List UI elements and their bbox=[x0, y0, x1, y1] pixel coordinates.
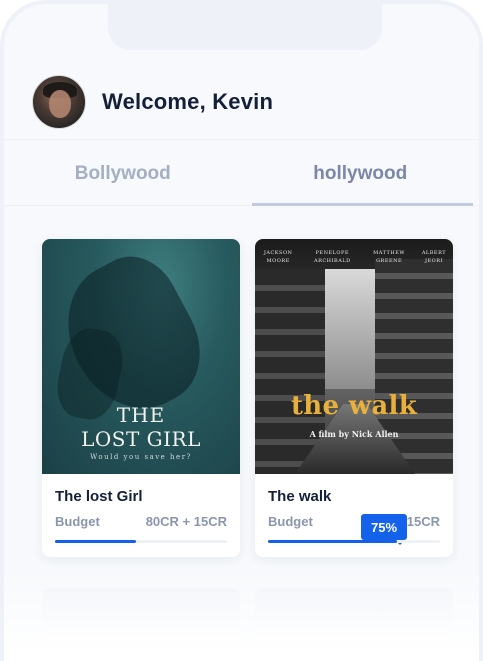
budget-value: 15CR bbox=[406, 514, 440, 529]
movie-poster: THE LOST GIRL Would you save her? bbox=[42, 239, 240, 474]
avatar[interactable] bbox=[32, 74, 86, 129]
movie-info: The lost Girl Budget 80CR + 15CR bbox=[42, 474, 240, 557]
movie-card-the-walk[interactable]: JACKSON MOORE PENELOPE ARCHIBALD MATTHEW… bbox=[255, 239, 453, 557]
poster-tagline: A film by Nick Allen bbox=[309, 429, 399, 439]
budget-progress-bar bbox=[268, 540, 440, 543]
phone-frame: Welcome, Kevin Bollywood hollywood THE L… bbox=[0, 0, 483, 661]
movie-title: The lost Girl bbox=[55, 488, 143, 505]
budget-label: Budget bbox=[268, 514, 313, 529]
bottom-fade bbox=[4, 571, 479, 661]
category-tabs: Bollywood hollywood bbox=[4, 142, 479, 206]
movie-poster: JACKSON MOORE PENELOPE ARCHIBALD MATTHEW… bbox=[255, 239, 453, 474]
phone-notch bbox=[108, 4, 382, 50]
poster-title: the walk bbox=[290, 391, 418, 421]
budget-progress-fill bbox=[55, 540, 136, 543]
poster-title-line1: THE bbox=[116, 403, 166, 427]
poster-sky bbox=[325, 269, 375, 389]
poster-credit: MATTHEW GREENE bbox=[373, 250, 406, 264]
budget-row: Budget 15CR bbox=[268, 514, 440, 529]
poster-credit: PENELOPE ARCHIBALD bbox=[313, 250, 351, 264]
tab-hollywood[interactable]: hollywood bbox=[242, 142, 480, 206]
budget-progress-bar bbox=[55, 540, 227, 543]
poster-title-line2: LOST GIRL bbox=[81, 427, 201, 451]
poster-credit: ALBERT JEORI bbox=[421, 250, 447, 264]
budget-progress-fill bbox=[268, 540, 397, 543]
avatar-face bbox=[49, 89, 71, 118]
poster-building-left bbox=[255, 269, 325, 474]
budget-label: Budget bbox=[55, 514, 100, 529]
movie-info: The walk Budget 15CR 75% bbox=[255, 474, 453, 557]
movie-title: The walk bbox=[268, 488, 332, 505]
movie-card-lost-girl[interactable]: THE LOST GIRL Would you save her? The lo… bbox=[42, 239, 240, 557]
poster-tagline: Would you save her? bbox=[90, 453, 192, 461]
poster-credit: JACKSON MOORE bbox=[263, 250, 293, 264]
welcome-text: Welcome, Kevin bbox=[102, 88, 274, 114]
progress-badge: 75% bbox=[361, 514, 407, 545]
budget-value: 80CR + 15CR bbox=[145, 514, 227, 529]
budget-row: Budget 80CR + 15CR bbox=[55, 514, 227, 529]
poster-credits: JACKSON MOORE PENELOPE ARCHIBALD MATTHEW… bbox=[255, 249, 453, 265]
tab-bollywood[interactable]: Bollywood bbox=[4, 142, 242, 205]
header: Welcome, Kevin bbox=[4, 64, 479, 140]
